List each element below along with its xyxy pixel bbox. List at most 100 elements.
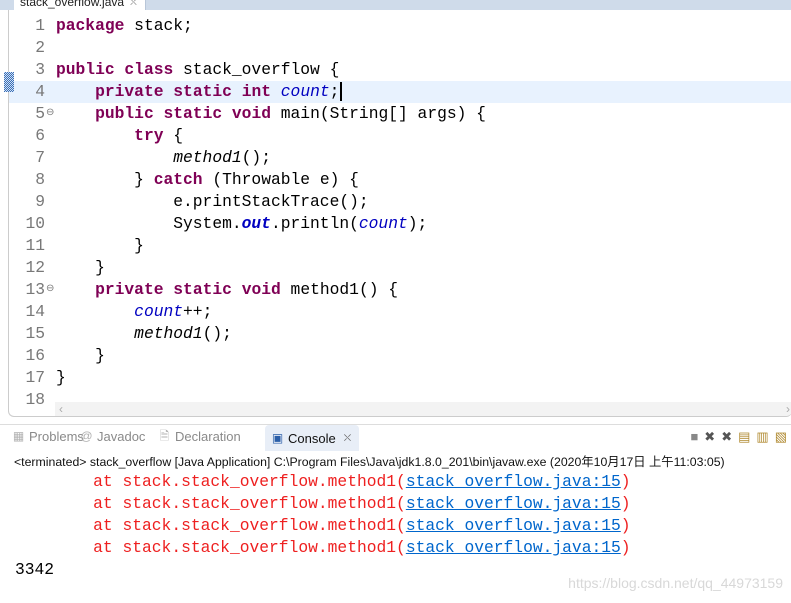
- code-token: int: [241, 82, 271, 101]
- line-number: 9: [35, 192, 45, 211]
- close-icon[interactable]: ⛌: [344, 433, 351, 444]
- line-number: 7: [35, 148, 45, 167]
- panel-tab-bar: ■ ✖ ✖ ▤ ▥ ▧ ▦ Problems @ Javadoc 🗎 Declaration ▣ Con…: [0, 424, 791, 451]
- tab-problems[interactable]: ▦ Problems: [12, 429, 84, 444]
- code-line[interactable]: 7 method1();: [9, 147, 791, 169]
- code-token: count: [134, 302, 184, 321]
- code-line[interactable]: 11 }: [9, 235, 791, 257]
- line-number: 16: [25, 346, 45, 365]
- word-wrap-icon[interactable]: ▧: [775, 429, 787, 445]
- source-link[interactable]: stack_overflow.java:15: [406, 494, 621, 513]
- source-link[interactable]: stack_overflow.java:15: [406, 538, 621, 557]
- code-text: public class stack_overflow {: [56, 59, 339, 81]
- text-caret: [340, 82, 343, 101]
- code-text: count++;: [56, 301, 212, 323]
- line-number: 14: [25, 302, 45, 321]
- code-line[interactable]: 3 public class stack_overflow {: [9, 59, 791, 81]
- trace-text: at stack.stack_overflow.method1(: [15, 516, 406, 535]
- terminate-icon[interactable]: ■: [690, 429, 698, 445]
- code-token: private: [95, 280, 164, 299]
- code-token: package: [56, 16, 125, 35]
- line-number: 1: [35, 16, 45, 35]
- code-token: out: [241, 214, 271, 233]
- code-token: (Throwable e) {: [202, 170, 359, 189]
- close-icon[interactable]: ⛌: [130, 0, 137, 8]
- code-token: System.: [56, 214, 242, 233]
- fold-icon[interactable]: ⊖: [46, 103, 54, 125]
- code-line[interactable]: 10 System.out.println(count);: [9, 213, 791, 235]
- tab-console[interactable]: ▣ Console ⛌: [265, 425, 360, 451]
- tab-declaration[interactable]: 🗎 Declaration: [158, 429, 241, 444]
- code-line[interactable]: 12 }: [9, 257, 791, 279]
- code-token: }: [56, 346, 105, 365]
- horizontal-scrollbar[interactable]: ‹ ›: [55, 402, 791, 416]
- code-token: }: [56, 236, 144, 255]
- code-token: ();: [202, 324, 232, 343]
- trace-text: ): [620, 472, 631, 491]
- code-token: static: [173, 280, 232, 299]
- clear-console-icon[interactable]: ▤: [738, 429, 750, 445]
- code-line[interactable]: 16 }: [9, 345, 791, 367]
- code-token: method1: [134, 324, 203, 343]
- code-token: static: [163, 104, 223, 123]
- scroll-left-icon[interactable]: ‹: [59, 402, 63, 416]
- editor-tab-title: stack_overflow.java: [20, 0, 125, 9]
- code-text: } catch (Throwable e) {: [56, 169, 359, 191]
- code-line[interactable]: 13 ⊖ private static void method1() {: [9, 279, 791, 301]
- code-token: );: [407, 214, 428, 233]
- source-link[interactable]: stack_overflow.java:15: [406, 516, 621, 535]
- code-text: }: [56, 345, 105, 367]
- line-number: 3: [35, 60, 45, 79]
- scroll-lock-icon[interactable]: ▥: [756, 429, 768, 445]
- declaration-icon: 🗎: [159, 429, 170, 443]
- remove-launch-icon[interactable]: ✖: [704, 429, 715, 445]
- code-line[interactable]: 15 method1();: [9, 323, 791, 345]
- remove-all-icon[interactable]: ✖: [721, 429, 732, 445]
- line-number: 17: [25, 368, 45, 387]
- trace-text: at stack.stack_overflow.method1(: [15, 494, 406, 513]
- code-token: public: [56, 60, 115, 79]
- code-text: private static void method1() {: [56, 279, 398, 301]
- code-token: method1: [173, 148, 242, 167]
- code-token: ;: [329, 82, 340, 101]
- scroll-right-icon[interactable]: ›: [786, 402, 790, 416]
- code-token: catch: [153, 170, 203, 189]
- source-link[interactable]: stack_overflow.java:15: [406, 472, 621, 491]
- line-number: 2: [35, 38, 45, 57]
- code-token: ++;: [183, 302, 213, 321]
- javadoc-icon: @: [80, 429, 93, 443]
- code-token: main(String[] args) {: [271, 104, 486, 123]
- editor-tab-bar: stack_overflow.java ⛌: [0, 0, 791, 10]
- line-number: 15: [25, 324, 45, 343]
- code-line[interactable]: 9 e.printStackTrace();: [9, 191, 791, 213]
- line-number: 10: [25, 214, 45, 233]
- code-token: class: [124, 60, 174, 79]
- line-number: 12: [25, 258, 45, 277]
- line-number: 11: [25, 236, 45, 255]
- code-token: }: [56, 258, 105, 277]
- code-line[interactable]: 8 } catch (Throwable e) {: [9, 169, 791, 191]
- code-line[interactable]: 5 ⊖ public static void main(String[] args…: [9, 103, 791, 125]
- code-editor[interactable]: 1 package stack; 2 3 public class stack_over…: [8, 10, 791, 417]
- code-line[interactable]: 2: [9, 37, 791, 59]
- code-line[interactable]: 17}: [9, 367, 791, 389]
- editor-tab[interactable]: stack_overflow.java ⛌: [14, 0, 146, 10]
- code-line[interactable]: 4 private static int count;: [9, 81, 791, 103]
- code-line[interactable]: 1 package stack;: [9, 15, 791, 37]
- tab-javadoc[interactable]: @ Javadoc: [80, 429, 145, 444]
- code-text: private static int count;: [56, 81, 343, 103]
- line-number: 6: [35, 126, 45, 145]
- fold-icon[interactable]: ⊖: [46, 279, 54, 301]
- code-line[interactable]: 14 count++;: [9, 301, 791, 323]
- code-line[interactable]: 6 try {: [9, 125, 791, 147]
- code-text: try {: [56, 125, 183, 147]
- line-number: 4: [35, 82, 45, 101]
